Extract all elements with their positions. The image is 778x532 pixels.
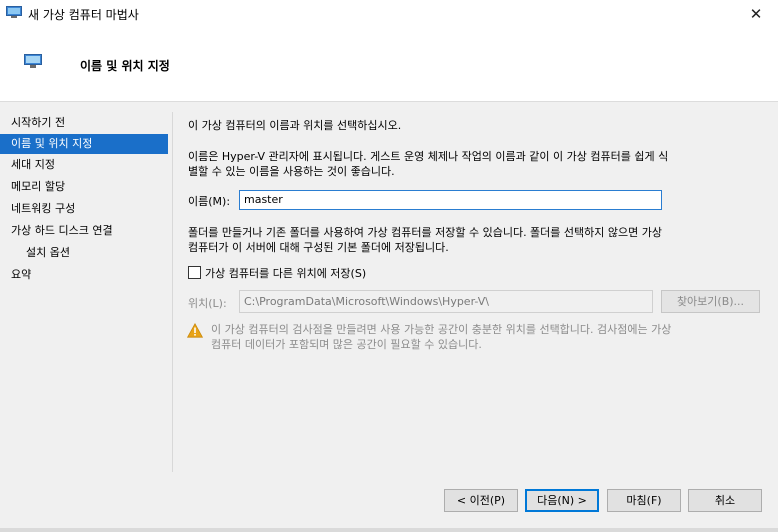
step-name-location[interactable]: 이름 및 위치 지정 (0, 134, 168, 154)
step-install-options[interactable]: 설치 옵션 (0, 242, 168, 264)
step-virtual-disk[interactable]: 가상 하드 디스크 연결 (0, 220, 168, 242)
page-title: 이름 및 위치 지정 (80, 59, 170, 73)
warning-line-2: 컴퓨터 데이터가 포함되며 많은 공간이 필요할 수 있습니다. (211, 338, 482, 351)
folder-text-line-1: 폴더를 만들거나 기존 폴더를 사용하여 가상 컴퓨터를 저장할 수 있습니다.… (188, 226, 662, 239)
vm-monitor-icon (6, 6, 22, 18)
previous-button[interactable]: < 이전(P) (444, 489, 518, 512)
location-input[interactable]: C:\ProgramData\Microsoft\Windows\Hyper-V… (239, 290, 653, 313)
window-title: 새 가상 컴퓨터 마법사 (28, 8, 139, 22)
sidebar-divider (172, 112, 173, 472)
warning-line-1: 이 가상 컴퓨터의 검사점을 만들려면 사용 가능한 공간이 충분한 위치를 선… (211, 323, 672, 336)
vm-monitor-icon (24, 54, 42, 68)
header-divider (0, 101, 778, 102)
cancel-button[interactable]: 취소 (688, 489, 762, 512)
wizard-header: 이름 및 위치 지정 (0, 30, 778, 102)
step-before-you-begin[interactable]: 시작하기 전 (0, 112, 168, 134)
wizard-steps: 시작하기 전 이름 및 위치 지정 세대 지정 메모리 할당 네트워킹 구성 가… (0, 112, 168, 286)
folder-text-line-2: 컴퓨터가 이 서버에 대해 구성된 기본 폴더에 저장됩니다. (188, 241, 449, 254)
description-line-2: 별할 수 있는 이름을 사용하는 것이 좋습니다. (188, 165, 395, 178)
store-elsewhere-checkbox[interactable] (188, 266, 201, 279)
next-button[interactable]: 다음(N) > (525, 489, 599, 512)
intro-text: 이 가상 컴퓨터의 이름과 위치를 선택하십시오. (188, 119, 402, 132)
name-input[interactable]: master (239, 190, 662, 210)
step-summary[interactable]: 요약 (0, 264, 168, 286)
step-generation[interactable]: 세대 지정 (0, 154, 168, 176)
step-memory[interactable]: 메모리 할당 (0, 176, 168, 198)
step-networking[interactable]: 네트워킹 구성 (0, 198, 168, 220)
browse-button[interactable]: 찾아보기(B)... (661, 290, 760, 313)
name-label: 이름(M): (188, 195, 231, 208)
store-elsewhere-label[interactable]: 가상 컴퓨터를 다른 위치에 저장(S) (205, 265, 366, 281)
description-line-1: 이름은 Hyper-V 관리자에 표시됩니다. 게스트 운영 체제나 작업의 이… (188, 150, 669, 163)
finish-button[interactable]: 마침(F) (607, 489, 681, 512)
title-bar: 새 가상 컴퓨터 마법사 ✕ (0, 0, 778, 30)
bottom-edge (0, 528, 778, 532)
close-button[interactable]: ✕ (734, 0, 778, 30)
warning-triangle-icon (186, 322, 204, 338)
location-label: 위치(L): (188, 297, 227, 310)
